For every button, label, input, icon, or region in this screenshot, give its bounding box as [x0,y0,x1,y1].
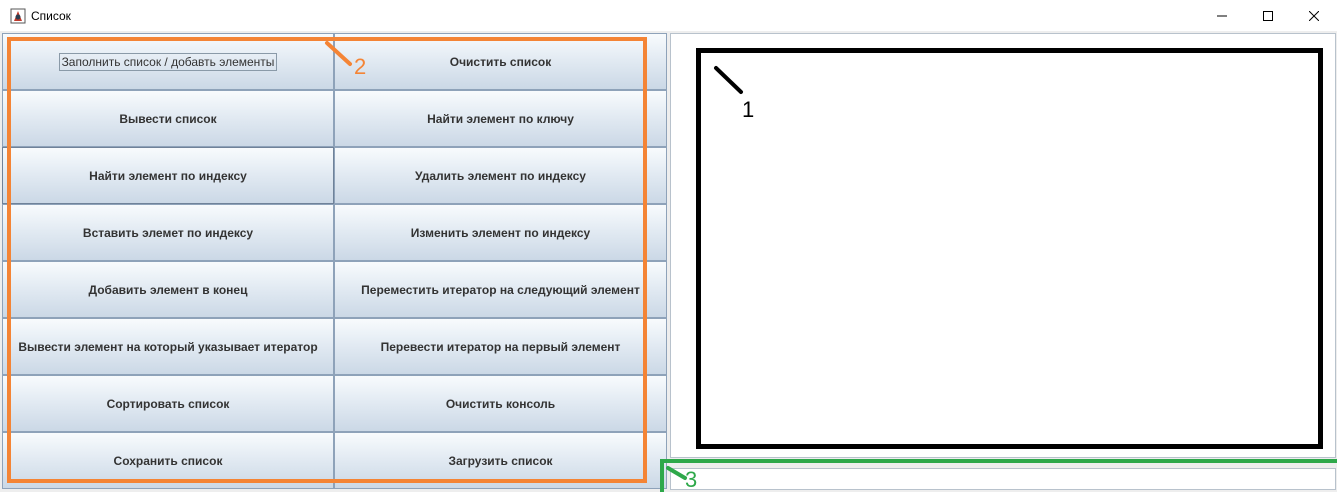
action-button-3[interactable]: Вывести список [2,90,334,147]
java-app-icon [10,8,26,24]
action-button-10[interactable]: Переместить итератор на следующий элемен… [334,261,667,318]
action-button-label: Переместить итератор на следующий элемен… [361,282,640,297]
action-button-12[interactable]: Перевести итератор на первый элемент [334,318,667,375]
action-button-label: Добавить элемент в конец [88,282,248,297]
action-button-16[interactable]: Загрузить список [334,432,667,489]
action-button-label: Сортировать список [106,396,230,411]
window-title: Список [31,9,71,23]
action-button-label: Сохранить список [113,453,223,468]
close-button[interactable] [1291,0,1337,31]
action-button-label: Найти элемент по индексу [89,168,247,183]
action-button-label: Перевести итератор на первый элемент [380,339,621,354]
action-button-label: Заполнить список / добавть элементы [58,52,278,71]
annotation-label-output: 1 [742,97,755,122]
action-button-1[interactable]: Заполнить список / добавть элементы [2,33,334,90]
action-button-label: Удалить элемент по индексу [415,168,586,183]
output-text-area[interactable] [670,33,1336,458]
close-icon [1309,10,1319,21]
action-button-label: Очистить консоль [445,396,556,411]
action-button-11[interactable]: Вывести элемент на который указывает ите… [2,318,334,375]
action-button-2[interactable]: Очистить список [334,33,667,90]
action-button-7[interactable]: Вставить элемет по индексу [2,204,334,261]
console-input-field[interactable] [670,468,1336,490]
action-button-5[interactable]: Найти элемент по индексу [2,147,334,204]
action-button-label: Изменить элемент по индексу [410,225,591,240]
action-button-8[interactable]: Изменить элемент по индексу [334,204,667,261]
maximize-button[interactable] [1245,0,1291,31]
action-button-label: Вставить элемет по индексу [82,225,254,240]
action-button-label: Найти элемент по ключу [427,111,574,126]
action-button-label: Вывести список [119,111,217,126]
minimize-button[interactable] [1199,0,1245,31]
action-button-4[interactable]: Найти элемент по ключу [334,90,667,147]
button-grid: Заполнить список / добавть элементы Очист… [2,33,667,489]
action-button-label: Очистить список [449,54,552,69]
annotation-label-input: 3 [685,467,698,492]
action-button-14[interactable]: Очистить консоль [334,375,667,432]
action-button-13[interactable]: Сортировать список [2,375,334,432]
action-button-label: Вывести элемент на который указывает ите… [18,339,318,354]
action-button-9[interactable]: Добавить элемент в конец [2,261,334,318]
maximize-icon [1263,10,1273,21]
minimize-icon [1217,11,1227,21]
button-panel: Заполнить список / добавть элементы Очист… [0,31,668,492]
action-button-6[interactable]: Удалить элемент по индексу [334,147,667,204]
title-bar: Список [0,0,1337,31]
annotation-label-buttons: 2 [354,54,367,79]
action-button-label: Загрузить список [448,453,553,468]
output-panel [668,31,1337,492]
action-button-15[interactable]: Сохранить список [2,432,334,489]
